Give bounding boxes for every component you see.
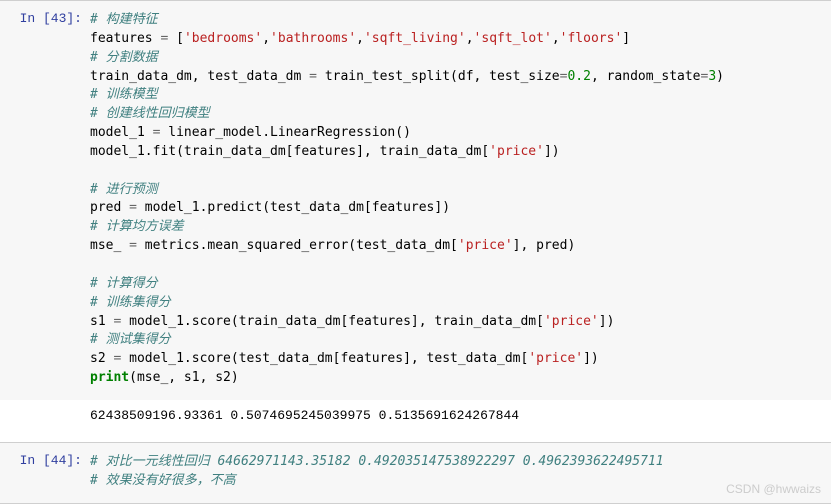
code-token: model_1.score(train_data_dm[features], t… [129,314,544,329]
code-token: # 构建特征 [90,12,158,27]
code-line: # 测试集得分 [90,331,825,350]
code-token: 'bathrooms' [270,31,356,46]
code-token: model_1.predict(test_data_dm[features]) [145,200,450,215]
code-line: # 对比一元线性回归 64662971143.35182 0.492035147… [90,453,825,472]
output-prompt [0,408,90,423]
code-token: (mse_, s1, s2) [129,370,239,385]
code-token: model_1 [90,125,153,140]
code-token: 'price' [544,314,599,329]
code-token: s2 [90,351,113,366]
code-token: , [466,31,474,46]
code-token: # 进行预测 [90,182,158,197]
code-token: s1 [90,314,113,329]
code-token: train_test_split(df, test_size [325,69,560,84]
code-token: ]) [599,314,615,329]
code-area[interactable]: # 对比一元线性回归 64662971143.35182 0.492035147… [90,449,831,497]
code-token: # 训练模型 [90,87,158,102]
output-cell: 62438509196.93361 0.5074695245039975 0.5… [0,400,831,443]
code-token: mse_ [90,238,129,253]
code-token: , [262,31,270,46]
code-area[interactable]: # 构建特征features = ['bedrooms','bathrooms'… [90,7,831,394]
code-line: # 效果没有好很多，不高 [90,472,825,491]
code-cell[interactable]: In [43]:# 构建特征features = ['bedrooms','ba… [0,0,831,401]
code-token: , [356,31,364,46]
code-line: features = ['bedrooms','bathrooms','sqft… [90,30,825,49]
code-token: model_1.score(test_data_dm[features], te… [129,351,528,366]
code-token: = [113,314,129,329]
code-token: # 创建线性回归模型 [90,106,210,121]
code-line: s2 = model_1.score(test_data_dm[features… [90,350,825,369]
code-token: 'price' [458,238,513,253]
code-token: [ [176,31,184,46]
code-token: # 分割数据 [90,50,158,65]
code-token: # 训练集得分 [90,295,171,310]
code-line [90,256,825,275]
code-line: print(mse_, s1, s2) [90,369,825,388]
code-token: 'price' [489,144,544,159]
code-token: print [90,370,129,385]
code-token: = [129,200,145,215]
code-token: , random_state [591,69,701,84]
code-token: 'sqft_lot' [474,31,552,46]
code-line: # 训练集得分 [90,294,825,313]
input-prompt: In [43]: [0,7,90,394]
code-token: ], pred) [513,238,576,253]
code-token: # 效果没有好很多，不高 [90,473,236,488]
code-token: = [160,31,176,46]
code-cell[interactable]: In [44]:# 对比一元线性回归 64662971143.35182 0.4… [0,442,831,504]
code-line: # 创建线性回归模型 [90,105,825,124]
code-token: # 计算均方误差 [90,219,184,234]
code-token: 'sqft_living' [364,31,466,46]
code-token: ) [716,69,724,84]
code-token: model_1.fit(train_data_dm[features], tra… [90,144,489,159]
code-token: # 计算得分 [90,276,158,291]
code-line: # 计算得分 [90,275,825,294]
code-line: pred = model_1.predict(test_data_dm[feat… [90,199,825,218]
code-token: 'price' [528,351,583,366]
code-line: model_1.fit(train_data_dm[features], tra… [90,143,825,162]
code-token: = [309,69,325,84]
code-token: ]) [544,144,560,159]
code-token: # 对比一元线性回归 64662971143.35182 0.492035147… [90,454,664,469]
code-line: # 计算均方误差 [90,218,825,237]
code-token: ]) [583,351,599,366]
code-line: # 进行预测 [90,181,825,200]
code-token: 3 [708,69,716,84]
input-prompt: In [44]: [0,449,90,497]
code-line: mse_ = metrics.mean_squared_error(test_d… [90,237,825,256]
code-token: pred [90,200,129,215]
code-line: # 分割数据 [90,49,825,68]
code-token: # 测试集得分 [90,332,171,347]
code-token: 0.2 [567,69,590,84]
code-token: metrics.mean_squared_error(test_data_dm[ [145,238,458,253]
code-line: train_data_dm, test_data_dm = train_test… [90,68,825,87]
code-token: = [113,351,129,366]
code-line [90,162,825,181]
code-token: train_data_dm, test_data_dm [90,69,309,84]
code-token: = [129,238,145,253]
watermark-text: CSDN @hwwaizs [726,482,821,496]
code-token: 'bedrooms' [184,31,262,46]
code-line: # 构建特征 [90,11,825,30]
code-token: linear_model.LinearRegression() [168,125,411,140]
code-token: 'floors' [560,31,623,46]
code-token: features [90,31,160,46]
code-line: model_1 = linear_model.LinearRegression(… [90,124,825,143]
code-token: , [552,31,560,46]
output-text: 62438509196.93361 0.5074695245039975 0.5… [90,408,831,423]
code-token: = [153,125,169,140]
code-line: # 训练模型 [90,86,825,105]
code-token: ] [622,31,630,46]
code-line: s1 = model_1.score(train_data_dm[feature… [90,313,825,332]
